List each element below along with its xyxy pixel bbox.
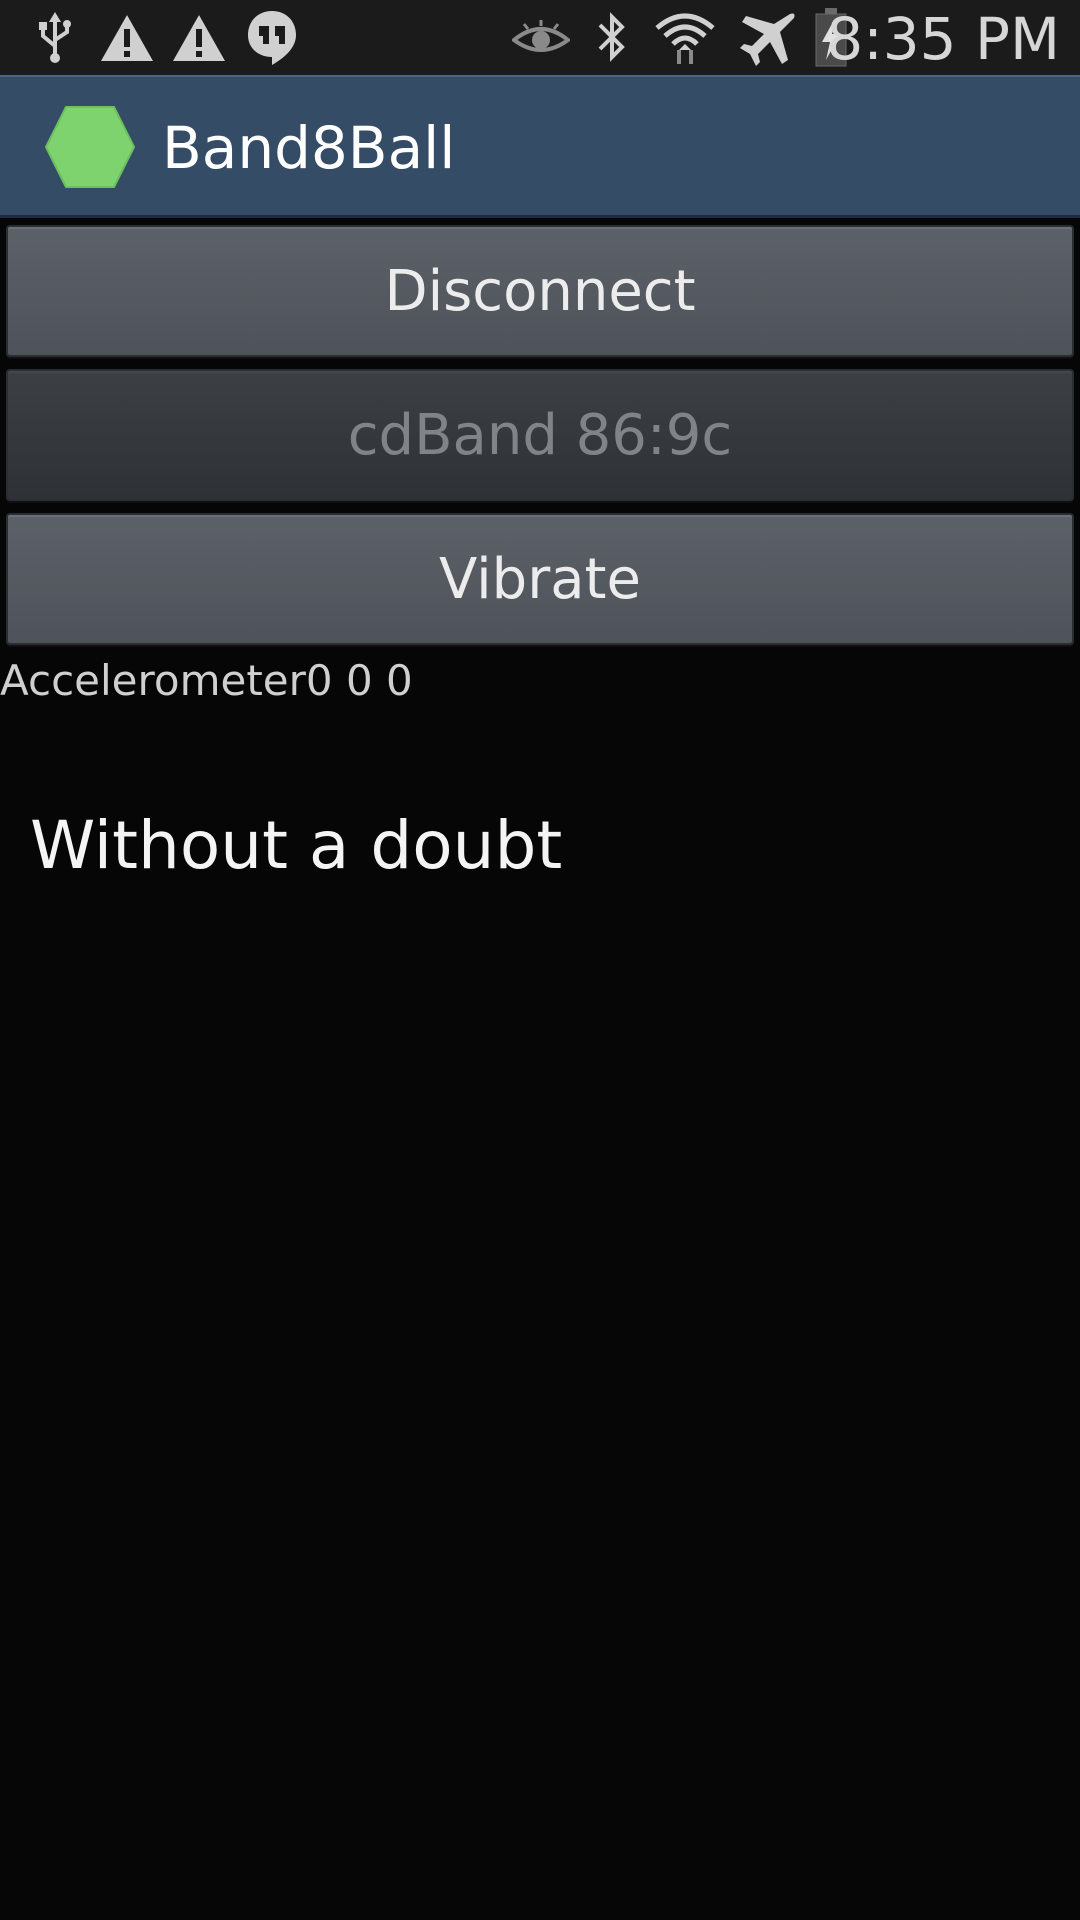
app-title: Band8Ball bbox=[162, 114, 456, 182]
eight-ball-answer: Without a doubt bbox=[30, 807, 563, 884]
accelerometer-readout: Accelerometer0 0 0 bbox=[0, 656, 413, 705]
warning-icon bbox=[98, 6, 156, 70]
warning-icon bbox=[170, 6, 228, 70]
wifi-icon bbox=[652, 6, 718, 70]
usb-icon bbox=[30, 6, 80, 70]
app-logo-icon[interactable] bbox=[44, 105, 136, 189]
eye-icon bbox=[510, 6, 572, 70]
vibrate-button[interactable]: Vibrate bbox=[6, 513, 1074, 645]
action-bar: Band8Ball bbox=[0, 75, 1080, 218]
hangouts-icon bbox=[244, 6, 300, 70]
disconnect-button[interactable]: Disconnect bbox=[6, 225, 1074, 357]
device-button[interactable]: cdBand 86:9c bbox=[6, 369, 1074, 501]
status-bar: 8:35 PM bbox=[0, 0, 1080, 75]
status-clock: 8:35 PM bbox=[826, 5, 1060, 73]
airplane-icon bbox=[736, 6, 800, 70]
bluetooth-icon bbox=[590, 6, 634, 70]
